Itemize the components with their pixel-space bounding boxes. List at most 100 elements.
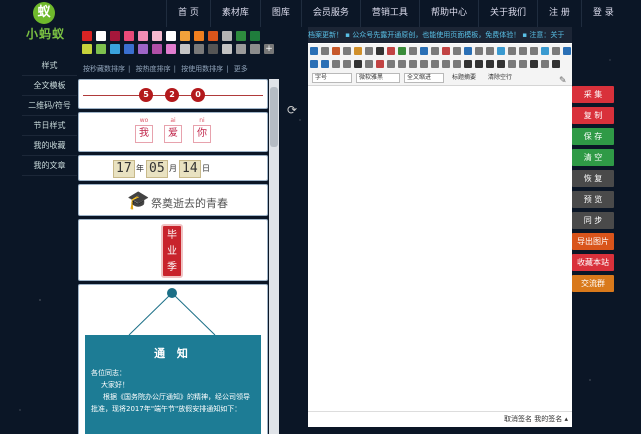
toolbar-tool-icon[interactable] [431, 60, 439, 68]
scrollbar-thumb[interactable] [270, 87, 278, 147]
color-swatch[interactable] [166, 44, 176, 54]
nav-gallery[interactable]: 图库 [259, 0, 301, 27]
toolbar-tool-icon[interactable] [519, 47, 527, 55]
toolbar-tool-icon[interactable] [486, 60, 494, 68]
menu-full-template[interactable]: 全文模板 [22, 76, 77, 96]
toolbar-tool-icon[interactable] [486, 47, 494, 55]
nav-marketing-tools[interactable]: 营销工具 [359, 0, 419, 27]
toolbar-tool-icon[interactable] [453, 60, 461, 68]
color-swatch[interactable] [96, 31, 106, 41]
menu-holiday-style[interactable]: 节日样式 [22, 116, 77, 136]
toolbar-tool-icon[interactable] [398, 47, 406, 55]
toolbar-tool-icon[interactable] [475, 60, 483, 68]
toolbar-tool-icon[interactable] [354, 60, 362, 68]
color-swatch[interactable] [110, 31, 120, 41]
toolbar-tool-icon[interactable] [387, 60, 395, 68]
action-button[interactable]: 同 步 [572, 212, 614, 229]
nav-login[interactable]: 登 录 [580, 0, 625, 27]
action-button[interactable]: 清 空 [572, 149, 614, 166]
nav-home[interactable]: 首 页 [166, 0, 210, 27]
toolbar-tool-icon[interactable] [563, 47, 571, 55]
toolbar-tool-icon[interactable] [376, 47, 384, 55]
toolbar-tool-icon[interactable] [365, 60, 373, 68]
toolbar-tool-icon[interactable] [464, 47, 472, 55]
template-date[interactable]: 17 年 05 月 14 日 [78, 155, 268, 181]
toolbar-tool-icon[interactable] [409, 47, 417, 55]
toolbar-tool-icon[interactable] [508, 47, 516, 55]
indent-select[interactable]: 全文缩进 [404, 73, 444, 83]
action-button[interactable]: 复 制 [572, 107, 614, 124]
action-button[interactable]: 收藏本站 [572, 254, 614, 271]
color-swatch[interactable] [208, 31, 218, 41]
toolbar-tool-icon[interactable] [332, 47, 340, 55]
toolbar-tool-icon[interactable] [519, 60, 527, 68]
clipboard-icon[interactable]: ✎ [559, 76, 567, 86]
color-swatch[interactable] [166, 31, 176, 41]
font-size-select[interactable]: 字号 [312, 73, 352, 83]
action-button[interactable]: 采 集 [572, 86, 614, 103]
toolbar-tool-icon[interactable] [475, 47, 483, 55]
toolbar-tool-icon[interactable] [464, 60, 472, 68]
action-button[interactable]: 恢 复 [572, 170, 614, 187]
color-swatch[interactable] [194, 44, 204, 54]
menu-my-articles[interactable]: 我的文章 [22, 156, 77, 176]
color-swatch[interactable] [138, 31, 148, 41]
toolbar-tool-icon[interactable] [310, 60, 318, 68]
sort-by-favorites[interactable]: 按秒藏数排序 [83, 65, 125, 73]
color-swatch[interactable] [110, 44, 120, 54]
toolbar-tool-icon[interactable] [321, 47, 329, 55]
logo[interactable]: 蚁 小蚂蚁 [26, 2, 64, 41]
toolbar-tool-icon[interactable] [343, 60, 351, 68]
menu-style[interactable]: 样式 [22, 56, 77, 76]
sort-more[interactable]: 更多 [234, 65, 248, 73]
template-graduation-season[interactable]: 毕 业 季 [78, 219, 268, 281]
color-swatch[interactable] [124, 44, 134, 54]
toolbar-tool-icon[interactable] [376, 60, 384, 68]
toolbar-tool-icon[interactable] [530, 60, 538, 68]
toolbar-tool-icon[interactable] [508, 60, 516, 68]
toolbar-tool-icon[interactable] [387, 47, 395, 55]
toolbar-tool-icon[interactable] [431, 47, 439, 55]
menu-qrcode-symbol[interactable]: 二维码/符号 [22, 96, 77, 116]
color-swatch[interactable] [82, 31, 92, 41]
toolbar-tool-icon[interactable] [398, 60, 406, 68]
action-button[interactable]: 交流群 [572, 275, 614, 292]
color-swatch[interactable] [222, 44, 232, 54]
color-swatch[interactable] [152, 31, 162, 41]
template-number-circles[interactable]: 5 2 0 [78, 79, 268, 109]
color-swatch[interactable] [236, 44, 246, 54]
toolbar-tool-icon[interactable] [343, 47, 351, 55]
nav-register[interactable]: 注 册 [536, 0, 581, 27]
toolbar-tool-icon[interactable] [552, 47, 560, 55]
color-swatch[interactable] [222, 31, 232, 41]
template-love-pinyin[interactable]: wo ai ni 我 爱 你 [78, 112, 268, 152]
signature-bar[interactable]: 取消签名 我的签名 ▴ [308, 411, 572, 427]
color-swatch[interactable] [138, 44, 148, 54]
color-swatch[interactable] [124, 31, 134, 41]
color-swatch[interactable] [194, 31, 204, 41]
toolbar-tool-icon[interactable] [541, 60, 549, 68]
color-swatch[interactable] [250, 31, 260, 41]
toolbar-tool-icon[interactable] [409, 60, 417, 68]
toolbar-tool-icon[interactable] [332, 60, 340, 68]
toolbar-tool-icon[interactable] [354, 47, 362, 55]
clear-empty-lines-button[interactable]: 清除空行 [484, 73, 516, 83]
toolbar-tool-icon[interactable] [321, 60, 329, 68]
nav-material[interactable]: 素材库 [209, 0, 260, 27]
color-swatch[interactable] [152, 44, 162, 54]
nav-membership[interactable]: 会员服务 [300, 0, 360, 27]
title-summary-button[interactable]: 标题摘要 [448, 73, 480, 83]
action-button[interactable]: 导出图片 [572, 233, 614, 250]
toolbar-tool-icon[interactable] [442, 60, 450, 68]
toolbar-tool-icon[interactable] [541, 47, 549, 55]
toolbar-tool-icon[interactable] [552, 60, 560, 68]
toolbar-tool-icon[interactable] [420, 60, 428, 68]
color-swatch[interactable] [180, 44, 190, 54]
color-swatch[interactable] [180, 31, 190, 41]
editor-content-area[interactable] [308, 87, 572, 411]
template-graduation-cap[interactable]: 🎓 祭奠逝去的青春 [78, 184, 268, 216]
nav-about[interactable]: 关于我们 [477, 0, 537, 27]
toolbar-tool-icon[interactable] [310, 47, 318, 55]
sort-by-usage[interactable]: 按使用数排序 [181, 65, 223, 73]
font-family-select[interactable]: 微软雅黑 [356, 73, 400, 83]
